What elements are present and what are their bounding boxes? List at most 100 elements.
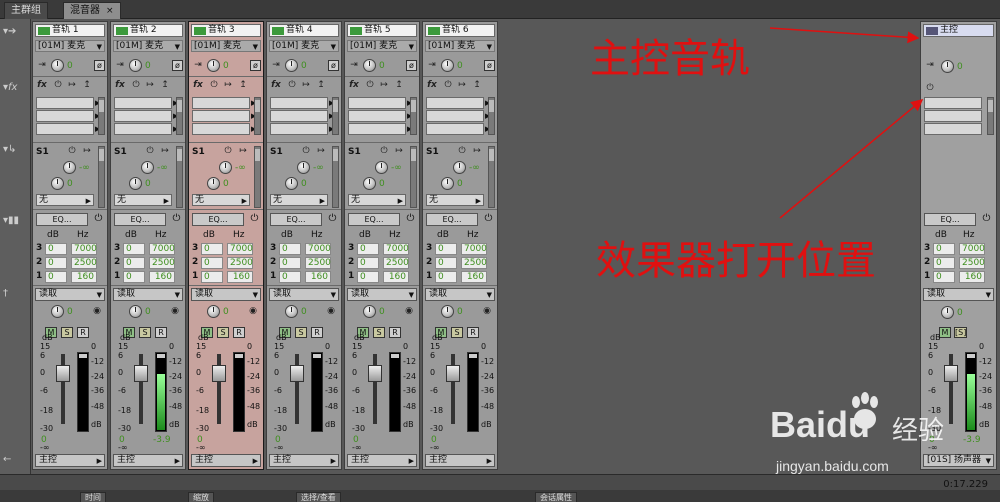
send-power-icon[interactable]: ⏻ [456, 146, 468, 158]
effects-power-icon[interactable]: ⏻ [286, 80, 298, 92]
effect-slot-3[interactable] [36, 123, 94, 135]
eq-button[interactable]: EQ... [36, 213, 88, 226]
eq-frequency-value[interactable]: 7000 [959, 243, 985, 255]
volume-fader[interactable] [212, 365, 226, 382]
send-power-icon[interactable]: ⏻ [222, 146, 234, 158]
effect-slot-1[interactable] [426, 97, 484, 109]
volume-fader[interactable] [446, 365, 460, 382]
input-select[interactable]: [01M] 麦克 ▼ [347, 40, 417, 52]
automation-mode-select[interactable]: 读取 ▼ [191, 288, 261, 301]
effect-slot-2[interactable] [426, 110, 484, 122]
effect-slot-1[interactable] [36, 97, 94, 109]
volume-fader[interactable] [290, 365, 304, 382]
solo-button[interactable]: S [451, 327, 463, 338]
effects-scrollbar[interactable] [98, 97, 105, 135]
eq-frequency-value[interactable]: 7000 [461, 243, 487, 255]
eq-button[interactable]: EQ... [924, 213, 976, 226]
eq-gain-value[interactable]: 0 [45, 243, 67, 255]
prefader-icon[interactable]: ↥ [471, 80, 483, 92]
phase-invert-button[interactable]: ø [406, 60, 417, 71]
prefader-icon[interactable]: ↥ [159, 80, 171, 92]
eq-frequency-value[interactable]: 160 [383, 271, 409, 283]
track-name-field[interactable]: 音轨 6 [425, 24, 495, 37]
effects-power-icon[interactable]: ⏻ [924, 83, 936, 95]
output-select[interactable]: 主控 ▶ [269, 454, 339, 467]
send-volume-knob[interactable] [453, 161, 466, 174]
tab-mixer[interactable]: 混音器 × [63, 2, 121, 19]
eq-power-icon[interactable]: ⏻ [248, 213, 261, 226]
send-power-icon[interactable]: ⏻ [144, 146, 156, 158]
send-target-select[interactable]: 无 ▶ [270, 194, 328, 206]
eq-frequency-value[interactable]: 7000 [71, 243, 97, 255]
effect-slot-3[interactable] [270, 123, 328, 135]
eq-power-icon[interactable]: ⏻ [404, 213, 417, 226]
eq-frequency-value[interactable]: 2500 [959, 257, 985, 269]
sends-scrollbar[interactable] [410, 146, 417, 208]
effect-slot-1[interactable] [270, 97, 328, 109]
effects-power-icon[interactable]: ⏻ [208, 80, 220, 92]
stereo-icon[interactable]: ◉ [481, 306, 493, 318]
track-name-field[interactable]: 音轨 3 [191, 24, 261, 37]
effects-bypass-icon[interactable]: ↦ [456, 80, 468, 92]
volume-knob[interactable] [363, 305, 376, 318]
effect-slot-2[interactable] [192, 110, 250, 122]
eq-power-icon[interactable]: ⏻ [170, 213, 183, 226]
pan-knob[interactable] [51, 59, 64, 72]
send-target-select[interactable]: 无 ▶ [36, 194, 94, 206]
send-prepost-icon[interactable]: ↦ [315, 146, 327, 158]
eq-power-icon[interactable]: ⏻ [92, 213, 105, 226]
eq-gain-value[interactable]: 0 [933, 243, 955, 255]
automation-mode-select[interactable]: 读取 ▼ [347, 288, 417, 301]
send-pan-knob[interactable] [51, 177, 64, 190]
eq-frequency-value[interactable]: 160 [149, 271, 175, 283]
input-select[interactable]: [01M] 麦克 ▼ [113, 40, 183, 52]
output-row-icon[interactable]: ← [3, 453, 27, 467]
effects-scrollbar[interactable] [332, 97, 339, 135]
eq-gain-value[interactable]: 0 [933, 271, 955, 283]
track-strip[interactable]: 音轨 3[01M] 麦克▼⇥0øfx⏻↦↥▶▶▶S1⏻↦-∞0无▶EQ...⏻d… [188, 21, 264, 470]
sends-row-icon[interactable]: ▾↳ [3, 143, 27, 157]
effect-slot-3[interactable] [114, 123, 172, 135]
eq-frequency-value[interactable]: 7000 [227, 243, 253, 255]
output-select[interactable]: 主控 ▶ [347, 454, 417, 467]
prefader-icon[interactable]: ↥ [393, 80, 405, 92]
input-select[interactable]: [01M] 麦克 ▼ [35, 40, 105, 52]
track-strip[interactable]: 音轨 2[01M] 麦克▼⇥0øfx⏻↦↥▶▶▶S1⏻↦-∞0无▶EQ...⏻d… [110, 21, 186, 470]
effects-power-icon[interactable]: ⏻ [130, 80, 142, 92]
automation-mode-select[interactable]: 读取 ▼ [425, 288, 495, 301]
volume-knob[interactable] [207, 305, 220, 318]
solo-button[interactable]: S [61, 327, 73, 338]
send-target-select[interactable]: 无 ▶ [348, 194, 406, 206]
send-pan-knob[interactable] [441, 177, 454, 190]
sends-scrollbar[interactable] [98, 146, 105, 208]
eq-power-icon[interactable]: ⏻ [326, 213, 339, 226]
stereo-icon[interactable]: ◉ [91, 306, 103, 318]
eq-gain-value[interactable]: 0 [201, 271, 223, 283]
eq-button[interactable]: EQ... [192, 213, 244, 226]
send-prepost-icon[interactable]: ↦ [393, 146, 405, 158]
eq-gain-value[interactable]: 0 [123, 243, 145, 255]
volume-knob[interactable] [285, 305, 298, 318]
track-strip[interactable]: 音轨 5[01M] 麦克▼⇥0øfx⏻↦↥▶▶▶S1⏻↦-∞0无▶EQ...⏻d… [344, 21, 420, 470]
effect-slot-2[interactable] [270, 110, 328, 122]
pan-knob[interactable] [285, 59, 298, 72]
prefader-icon[interactable]: ↥ [315, 80, 327, 92]
automation-mode-select[interactable]: 读取 ▼ [113, 288, 183, 301]
pan-knob[interactable] [129, 59, 142, 72]
track-name-field[interactable]: 主控 [923, 24, 994, 37]
eq-frequency-value[interactable]: 7000 [149, 243, 175, 255]
eq-gain-value[interactable]: 0 [201, 257, 223, 269]
eq-gain-value[interactable]: 0 [435, 243, 457, 255]
sends-scrollbar[interactable] [176, 146, 183, 208]
eq-gain-value[interactable]: 0 [45, 271, 67, 283]
send-power-icon[interactable]: ⏻ [66, 146, 78, 158]
effect-slot-2[interactable] [36, 110, 94, 122]
eq-gain-value[interactable]: 0 [357, 257, 379, 269]
eq-frequency-value[interactable]: 160 [227, 271, 253, 283]
pan-knob[interactable] [363, 59, 376, 72]
track-strip[interactable]: 音轨 4[01M] 麦克▼⇥0øfx⏻↦↥▶▶▶S1⏻↦-∞0无▶EQ...⏻d… [266, 21, 342, 470]
send-prepost-icon[interactable]: ↦ [237, 146, 249, 158]
automation-mode-select[interactable]: 读取 ▼ [923, 288, 994, 301]
effect-slot-1[interactable] [114, 97, 172, 109]
eq-gain-value[interactable]: 0 [279, 257, 301, 269]
